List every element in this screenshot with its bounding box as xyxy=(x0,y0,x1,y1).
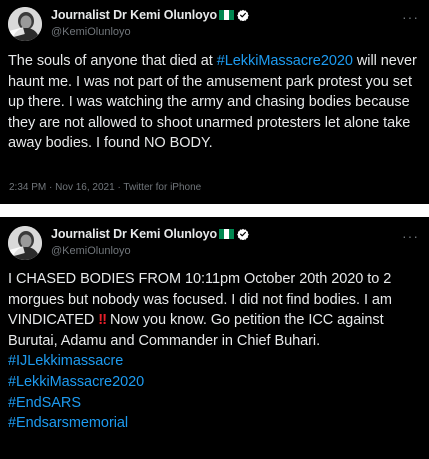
tweet-date[interactable]: Nov 16, 2021 xyxy=(55,182,115,193)
hashtag-link[interactable]: #EndSARS xyxy=(8,393,419,414)
tweet-text: The souls of anyone that died at #LekkiM… xyxy=(8,51,419,154)
tweet-text-part: The souls of anyone that died at xyxy=(8,53,217,69)
author-handle[interactable]: @KemiOlunloyo xyxy=(51,26,131,38)
avatar-photo-icon xyxy=(8,7,42,41)
author-row: Journalist Dr Kemi Olunloyo xyxy=(51,8,249,22)
avatar-photo-icon xyxy=(8,226,42,260)
tweet-meta: 2:34 PM · Nov 16, 2021 · Twitter for iPh… xyxy=(9,182,201,193)
author-handle[interactable]: @KemiOlunloyo xyxy=(51,245,131,257)
hashtag-link[interactable]: #IJLekkimassacre xyxy=(8,351,419,372)
verified-badge-icon xyxy=(237,9,249,21)
hashtag-link[interactable]: #LekkiMassacre2020 xyxy=(8,372,419,393)
verified-badge-icon xyxy=(237,228,249,240)
tweet-time[interactable]: 2:34 PM xyxy=(9,182,46,193)
meta-separator: · xyxy=(49,182,53,193)
avatar[interactable] xyxy=(8,226,42,260)
tweet-client[interactable]: Twitter for iPhone xyxy=(123,182,201,193)
author-name[interactable]: Journalist Dr Kemi Olunloyo xyxy=(51,8,217,22)
more-options-icon[interactable]: ··· xyxy=(402,229,419,243)
nigeria-flag-icon xyxy=(219,10,235,20)
avatar[interactable] xyxy=(8,7,42,41)
meta-separator: · xyxy=(117,182,121,193)
nigeria-flag-icon xyxy=(219,229,235,239)
more-options-icon[interactable]: ··· xyxy=(402,10,419,24)
hashtag-link[interactable]: #Endsarsmemorial xyxy=(8,413,419,434)
author-name[interactable]: Journalist Dr Kemi Olunloyo xyxy=(51,227,217,241)
hashtag-link[interactable]: #LekkiMassacre2020 xyxy=(217,53,353,69)
tweet-text: I CHASED BODIES FROM 10:11pm October 20t… xyxy=(8,269,419,434)
author-row: Journalist Dr Kemi Olunloyo xyxy=(51,227,249,241)
tweet-card[interactable]: Journalist Dr Kemi Olunloyo @KemiOlunloy… xyxy=(0,0,429,204)
tweet-card[interactable]: Journalist Dr Kemi Olunloyo @KemiOlunloy… xyxy=(0,217,429,459)
double-exclamation-emoji: ‼ xyxy=(98,312,107,329)
